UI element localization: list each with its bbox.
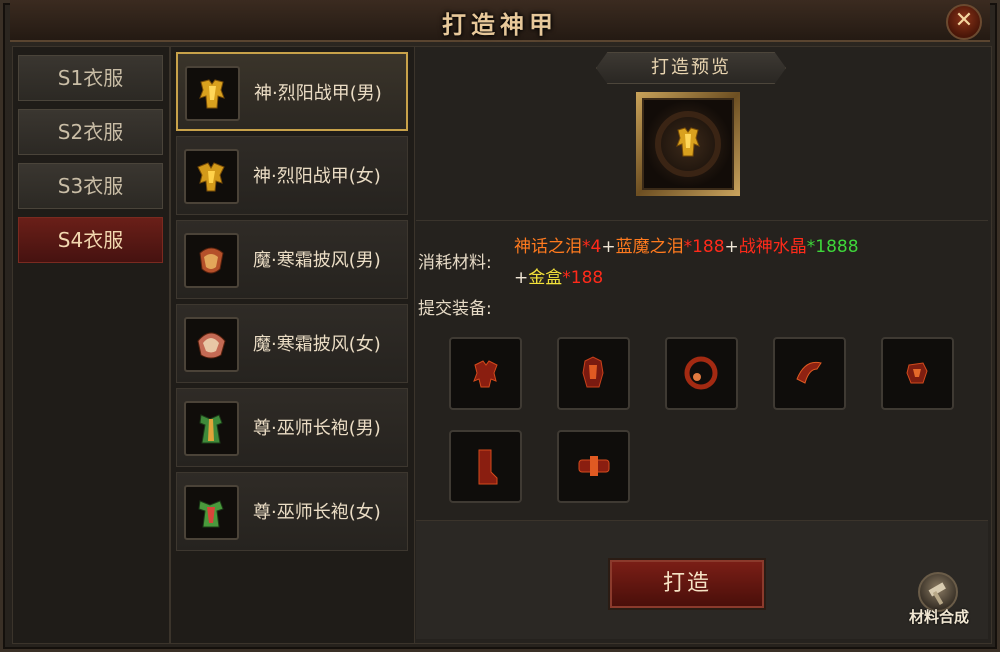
item-name: 尊·巫师长袍(女) (253, 502, 381, 523)
material-qty: *188 (562, 268, 604, 288)
cloak-icon (184, 233, 239, 288)
materials-label: 消耗材料: (418, 253, 492, 273)
close-button[interactable]: ✕ (946, 4, 982, 40)
item-name: 尊·巫师长袍(男) (253, 418, 381, 439)
material-qty: *188 (683, 237, 725, 257)
golden-armor-icon (185, 66, 240, 121)
tab-s1[interactable]: S1衣服 (18, 55, 163, 101)
submit-label: 提交装备: (418, 299, 492, 319)
materials-line-2: +金盒*188 (514, 263, 603, 288)
list-item[interactable]: 神·烈阳战甲(男) (176, 52, 408, 131)
divider (416, 220, 988, 221)
plus-sign: + (724, 237, 739, 257)
tab-s2[interactable]: S2衣服 (18, 109, 163, 155)
preview-frame (636, 92, 740, 196)
equipment-slot[interactable] (557, 337, 630, 410)
cloak-icon (184, 317, 239, 372)
robe-icon (184, 401, 239, 456)
material-synthesis-button[interactable]: 材料合成 (896, 606, 982, 627)
material-name: 蓝魔之泪 (615, 237, 684, 257)
preview-title: 打造预览 (596, 52, 786, 84)
item-name: 神·烈阳战甲(女) (253, 166, 381, 187)
equipment-slot[interactable] (449, 430, 522, 503)
list-item[interactable]: 尊·巫师长袍(女) (176, 472, 408, 551)
tab-s4[interactable]: S4衣服 (18, 217, 163, 263)
forge-button[interactable]: 打造 (610, 560, 764, 608)
item-name: 魔·寒霜披风(女) (253, 334, 381, 355)
equipment-slot[interactable] (881, 337, 954, 410)
equipment-slot[interactable] (449, 337, 522, 410)
material-name: 战神水晶 (738, 237, 807, 257)
plus-sign: + (514, 268, 529, 288)
item-name: 神·烈阳战甲(男) (254, 83, 382, 104)
robe-icon (184, 485, 239, 540)
material-name: 神话之泪 (514, 237, 582, 257)
material-qty: *4 (582, 237, 602, 257)
equipment-slot[interactable] (773, 337, 846, 410)
tab-s3[interactable]: S3衣服 (18, 163, 163, 209)
list-item[interactable]: 魔·寒霜披风(男) (176, 220, 408, 299)
materials-line-1: 神话之泪*4+蓝魔之泪*188+战神水晶*1888 (514, 232, 859, 257)
category-tabs: S1衣服 S2衣服 S3衣服 S4衣服 (12, 46, 170, 644)
equipment-slot[interactable] (557, 430, 630, 503)
equipment-slot[interactable] (665, 337, 738, 410)
list-item[interactable]: 神·烈阳战甲(女) (176, 136, 408, 215)
list-item[interactable]: 尊·巫师长袍(男) (176, 388, 408, 467)
material-name: 金盒 (528, 268, 563, 288)
plus-sign: + (601, 237, 616, 257)
material-qty: *1888 (806, 237, 859, 257)
golden-armor-icon (184, 149, 239, 204)
golden-armor-icon (642, 98, 734, 190)
window-title: 打造神甲 (442, 11, 558, 39)
list-item[interactable]: 魔·寒霜披风(女) (176, 304, 408, 383)
item-list: 神·烈阳战甲(男) 神·烈阳战甲(女) 魔·寒霜披风(男) 魔·寒霜披风(女) … (170, 46, 415, 644)
item-name: 魔·寒霜披风(男) (253, 250, 381, 271)
